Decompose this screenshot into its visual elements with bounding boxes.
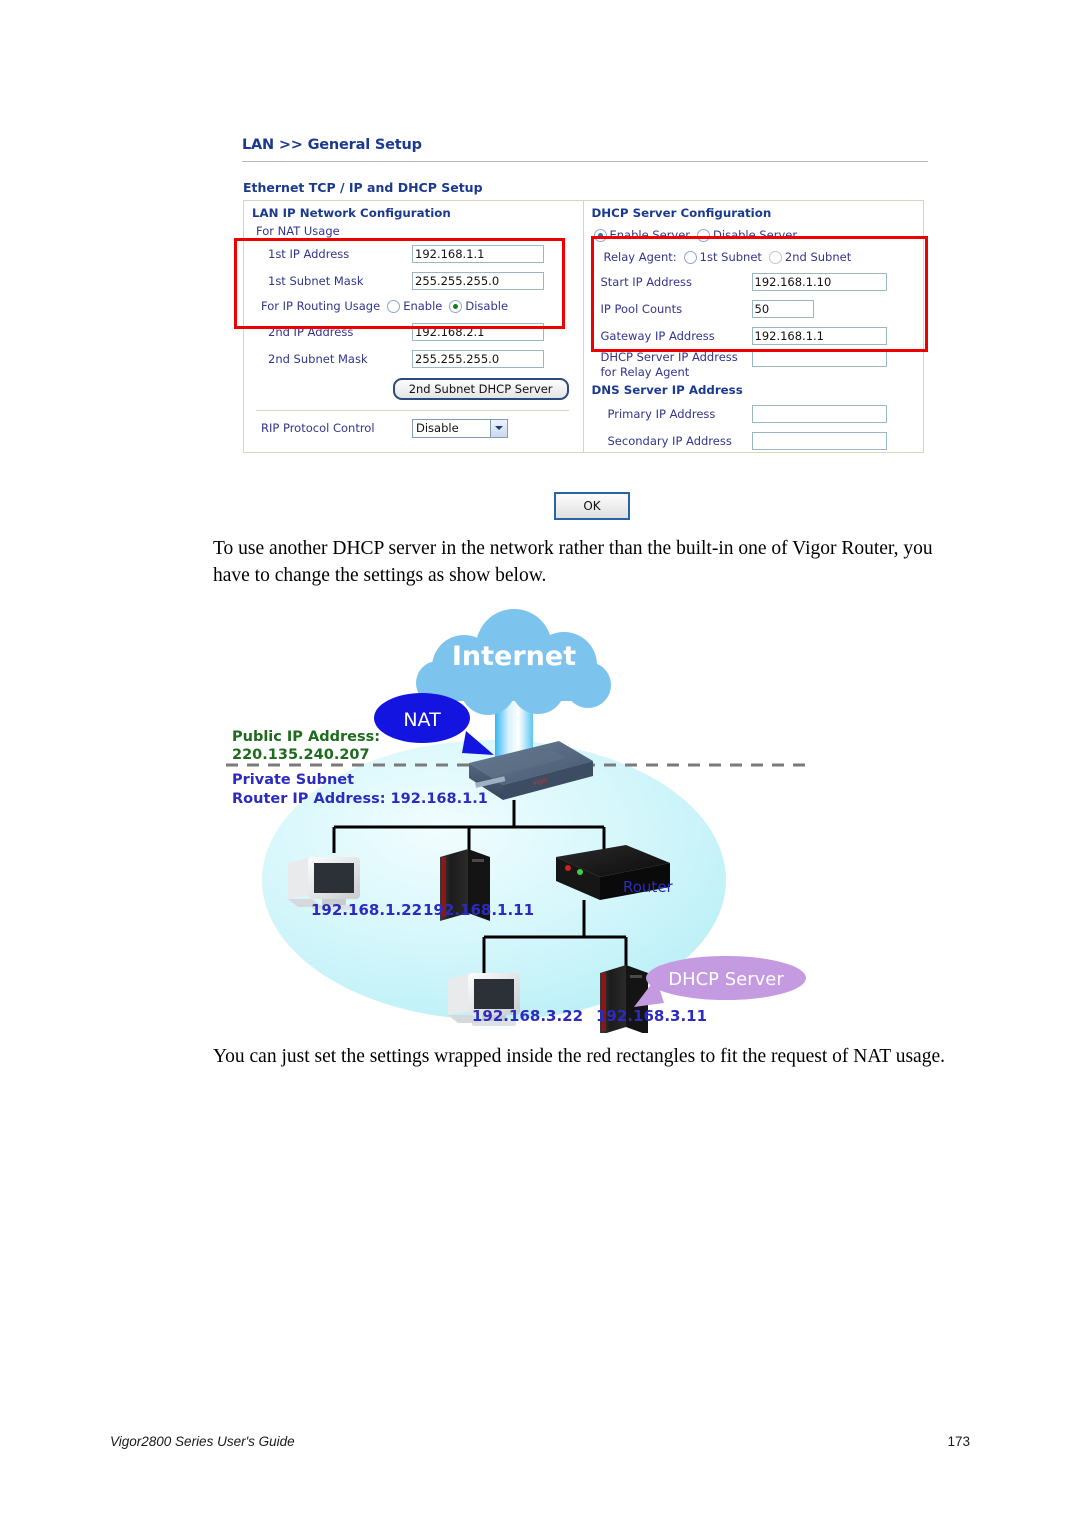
rip-protocol-control-value: Disable	[416, 420, 459, 435]
ip-routing-usage-row: For IP Routing Usage Enable Disable	[252, 294, 575, 318]
diagram-canvas: Internet NAT Vigor DHCP Server	[226, 609, 814, 1033]
relay-first-subnet-radio[interactable]	[683, 250, 697, 264]
relay-second-subnet-radio[interactable]	[768, 250, 782, 264]
rip-protocol-control-row: RIP Protocol Control Disable	[252, 411, 575, 445]
dns-server-heading: DNS Server IP Address	[591, 383, 743, 397]
gateway-ip-address-label: Gateway IP Address	[600, 328, 715, 343]
routing-enable-label[interactable]: Enable	[403, 299, 442, 313]
section-title: Ethernet TCP / IP and DHCP Setup	[243, 180, 483, 195]
routing-disable-label[interactable]: Disable	[465, 299, 508, 313]
ok-button[interactable]: OK	[554, 492, 630, 520]
paragraph-intro: To use another DHCP server in the networ…	[213, 538, 933, 586]
network-topology-diagram: Internet NAT Vigor DHCP Server Public IP…	[226, 595, 814, 1033]
primary-dns-row: Primary IP Address	[592, 400, 916, 427]
page-title: LAN >> General Setup	[242, 137, 422, 153]
primary-dns-input[interactable]	[751, 404, 887, 423]
enable-server-label[interactable]: Enable Server	[610, 228, 691, 242]
host-1-ip-label: 192.168.1.22	[311, 901, 423, 919]
paragraph-note: You can just set the settings wrapped in…	[213, 1046, 945, 1067]
second-subnet-mask-row: 2nd Subnet Mask 255.255.255.0	[252, 345, 575, 372]
second-subnet-mask-label: 2nd Subnet Mask	[268, 351, 368, 366]
primary-dns-label: Primary IP Address	[607, 406, 716, 421]
title-divider	[242, 161, 928, 162]
relay-agent-row: Relay Agent: 1st Subnet 2nd Subnet	[592, 246, 916, 268]
relay-dhcp-server-ip-label-line1: DHCP Server IP Address	[600, 350, 738, 364]
routing-disable-radio[interactable]	[449, 299, 463, 313]
first-subnet-mask-row: 1st Subnet Mask 255.255.255.0	[252, 267, 575, 294]
dhcp-panel-heading: DHCP Server Configuration	[591, 206, 772, 220]
start-ip-address-label: Start IP Address	[600, 274, 693, 289]
gateway-ip-address-row: Gateway IP Address 192.168.1.1	[592, 322, 916, 349]
start-ip-address-input[interactable]: 192.168.1.10	[751, 272, 887, 291]
relay-second-subnet-label[interactable]: 2nd Subnet	[785, 250, 851, 264]
ip-pool-counts-row: IP Pool Counts 50	[592, 295, 916, 322]
footer-guide-title: Vigor2800 Series User's Guide	[110, 1434, 295, 1449]
disable-server-radio[interactable]	[697, 228, 711, 242]
second-subnet-dhcp-server-row: 2nd Subnet DHCP Server	[252, 378, 575, 400]
second-ip-address-label: 2nd IP Address	[268, 324, 354, 339]
relay-dhcp-server-ip-row: DHCP Server IP Address for Relay Agent	[592, 349, 916, 383]
gateway-ip-address-input[interactable]: 192.168.1.1	[751, 326, 887, 345]
lan-panel-heading: LAN IP Network Configuration	[252, 206, 451, 220]
router-ip-caption: Router IP Address: 192.168.1.1	[232, 791, 488, 807]
ip-routing-usage-label: For IP Routing Usage	[261, 299, 381, 313]
first-ip-address-label: 1st IP Address	[268, 246, 350, 261]
public-ip-value: 220.135.240.207	[232, 747, 370, 763]
ip-pool-counts-input[interactable]: 50	[751, 299, 814, 318]
first-ip-address-input[interactable]: 192.168.1.1	[412, 244, 544, 263]
enable-server-radio[interactable]	[593, 228, 607, 242]
routing-enable-radio[interactable]	[387, 299, 401, 313]
second-ip-address-row: 2nd IP Address 192.168.2.1	[252, 318, 575, 345]
relay-agent-label: Relay Agent:	[603, 250, 677, 264]
first-subnet-mask-label: 1st Subnet Mask	[268, 273, 364, 288]
dhcp-server-configuration-panel: DHCP Server Configuration Enable Server …	[584, 201, 924, 452]
rip-protocol-control-label: RIP Protocol Control	[261, 421, 375, 435]
footer-page-number: 173	[947, 1434, 970, 1449]
dhcp-server-mode-row: Enable Server Disable Server	[592, 224, 916, 246]
ip-pool-counts-label: IP Pool Counts	[600, 301, 683, 316]
secondary-dns-row: Secondary IP Address	[592, 427, 916, 454]
lan-ip-network-configuration-panel: LAN IP Network Configuration For NAT Usa…	[244, 201, 584, 452]
host-4-ip-label: 192.168.3.11	[596, 1007, 708, 1025]
second-subnet-dhcp-server-button[interactable]: 2nd Subnet DHCP Server	[392, 378, 569, 400]
relay-dhcp-server-ip-input[interactable]	[751, 349, 887, 367]
secondary-dns-label: Secondary IP Address	[607, 433, 732, 448]
start-ip-address-row: Start IP Address 192.168.1.10	[592, 268, 916, 295]
host-2-ip-label: 192.168.1.11	[423, 901, 535, 919]
relay-dhcp-server-ip-label-line2: for Relay Agent	[600, 365, 690, 379]
first-ip-address-row: 1st IP Address 192.168.1.1	[252, 240, 575, 267]
router-device-label: Router	[623, 878, 673, 896]
chevron-down-icon[interactable]	[490, 419, 507, 437]
second-ip-address-input[interactable]: 192.168.2.1	[412, 322, 544, 341]
secondary-dns-input[interactable]	[751, 431, 887, 450]
relay-dhcp-server-ip-label: DHCP Server IP Address for Relay Agent	[592, 349, 752, 380]
relay-first-subnet-label[interactable]: 1st Subnet	[700, 250, 762, 264]
router-web-ui-screenshot: LAN >> General Setup Ethernet TCP / IP a…	[232, 128, 928, 478]
for-nat-usage-label: For NAT Usage	[256, 224, 340, 238]
page-footer: Vigor2800 Series User's Guide 173	[110, 1434, 970, 1449]
internet-label: Internet	[452, 641, 576, 672]
second-subnet-mask-input[interactable]: 255.255.255.0	[412, 349, 544, 368]
settings-panels: LAN IP Network Configuration For NAT Usa…	[243, 200, 924, 453]
private-subnet-caption: Private Subnet	[232, 772, 355, 788]
public-ip-caption: Public IP Address:	[232, 729, 381, 745]
disable-server-label[interactable]: Disable Server	[713, 228, 797, 242]
nat-label: NAT	[403, 709, 441, 731]
rip-protocol-control-select[interactable]: Disable	[412, 418, 508, 438]
dhcp-server-bubble-label: DHCP Server	[668, 969, 784, 990]
host-3-ip-label: 192.168.3.22	[472, 1007, 584, 1025]
first-subnet-mask-input[interactable]: 255.255.255.0	[412, 271, 544, 290]
